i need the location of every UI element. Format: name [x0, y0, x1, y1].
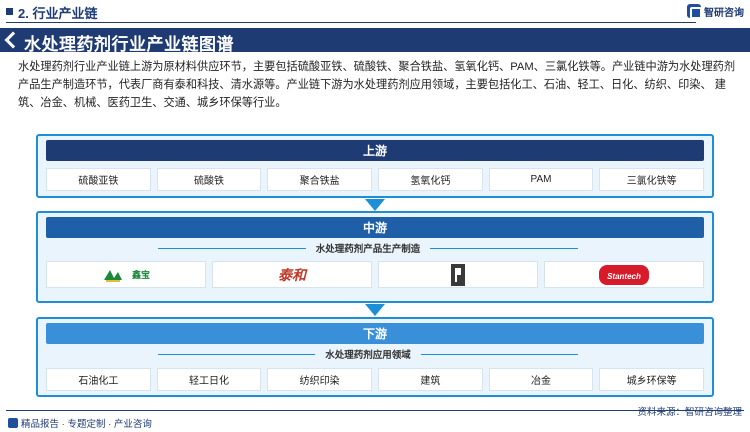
subtitle-rule [158, 353, 316, 355]
company-logo-3-icon [378, 261, 538, 288]
upstream-item: PAM [488, 168, 594, 191]
upstream-header: 上游 [46, 140, 704, 161]
downstream-items: 石油化工 轻工日化 纺织印染 建筑 冶金 城乡环保等 [46, 368, 705, 391]
company-logo-1-text: 鑫宝 [131, 270, 150, 280]
top-bar: 2. 行业产业链 智研咨询 [0, 0, 750, 24]
top-divider [6, 22, 696, 23]
downstream-item: 纺织印染 [267, 368, 373, 391]
footer-tagline: 精品报告 · 专题定制 · 产业咨询 [8, 416, 152, 430]
section-marker [6, 8, 13, 15]
downstream-subtitle: 水处理药剂应用领域 [158, 346, 579, 362]
description-text: 水处理药剂行业产业链上游为原材料供应环节，主要包括硫酸亚铁、硫酸铁、聚合铁盐、氢… [18, 61, 736, 109]
subtitle-rule [430, 247, 579, 249]
page-title: 水处理药剂行业产业链图谱 [24, 35, 234, 54]
upstream-item: 氢氧化钙 [378, 168, 483, 191]
brand-logo-icon [687, 4, 702, 19]
midstream-tier: 中游 水处理药剂产品生产制造 鑫宝 泰和 Stantech [36, 211, 714, 303]
downstream-item: 冶金 [488, 368, 594, 391]
downstream-item: 轻工日化 [156, 368, 262, 391]
chevron-right-icon [4, 31, 22, 49]
upstream-item: 聚合铁盐 [267, 168, 373, 191]
midstream-logos: 鑫宝 泰和 Stantech [46, 261, 704, 288]
downstream-item: 石油化工 [46, 368, 151, 391]
section-label: 2. 行业产业链 [18, 6, 98, 21]
footer-divider [6, 410, 744, 411]
stantech-logo-text: Stantech [607, 271, 641, 281]
downstream-item: 建筑 [378, 368, 483, 391]
downstream-subtitle-text: 水处理药剂应用领域 [325, 350, 411, 361]
subtitle-rule [158, 247, 306, 249]
midstream-header: 中游 [46, 217, 704, 238]
taihe-logo-text: 泰和 [278, 267, 306, 284]
brand-name: 智研咨询 [704, 7, 744, 19]
company-logo-1-icon: 鑫宝 [46, 261, 206, 288]
upstream-tier: 上游 硫酸亚铁 硫酸铁 聚合铁盐 氢氧化钙 PAM 三氯化铁等 [36, 134, 714, 198]
arrow-down-icon [365, 304, 385, 316]
downstream-header: 下游 [46, 323, 704, 344]
upstream-items: 硫酸亚铁 硫酸铁 聚合铁盐 氢氧化钙 PAM 三氯化铁等 [46, 168, 705, 191]
footer-brand-icon [8, 418, 18, 428]
source-note: 资料来源：智研咨询整理 [637, 407, 742, 418]
footer-tagline-text: 精品报告 · 专题定制 · 产业咨询 [21, 419, 152, 430]
midstream-subtitle-text: 水处理药剂产品生产制造 [315, 244, 421, 255]
title-bar: 水处理药剂行业产业链图谱 [0, 28, 750, 54]
upstream-item: 硫酸铁 [156, 168, 262, 191]
upstream-item: 硫酸亚铁 [46, 168, 151, 191]
downstream-item: 城乡环保等 [599, 368, 705, 391]
stantech-logo-icon: Stantech [544, 261, 704, 288]
downstream-tier: 下游 水处理药剂应用领域 石油化工 轻工日化 纺织印染 建筑 冶金 城乡环保等 [36, 317, 714, 397]
taihe-logo-icon: 泰和 [212, 261, 372, 288]
upstream-item: 三氯化铁等 [599, 168, 705, 191]
footer: 资料来源：智研咨询整理 精品报告 · 专题定制 · 产业咨询 [0, 407, 750, 432]
midstream-subtitle: 水处理药剂产品生产制造 [158, 240, 579, 256]
brand: 智研咨询 [687, 3, 744, 19]
arrow-down-icon [365, 199, 385, 211]
subtitle-rule [420, 353, 579, 355]
